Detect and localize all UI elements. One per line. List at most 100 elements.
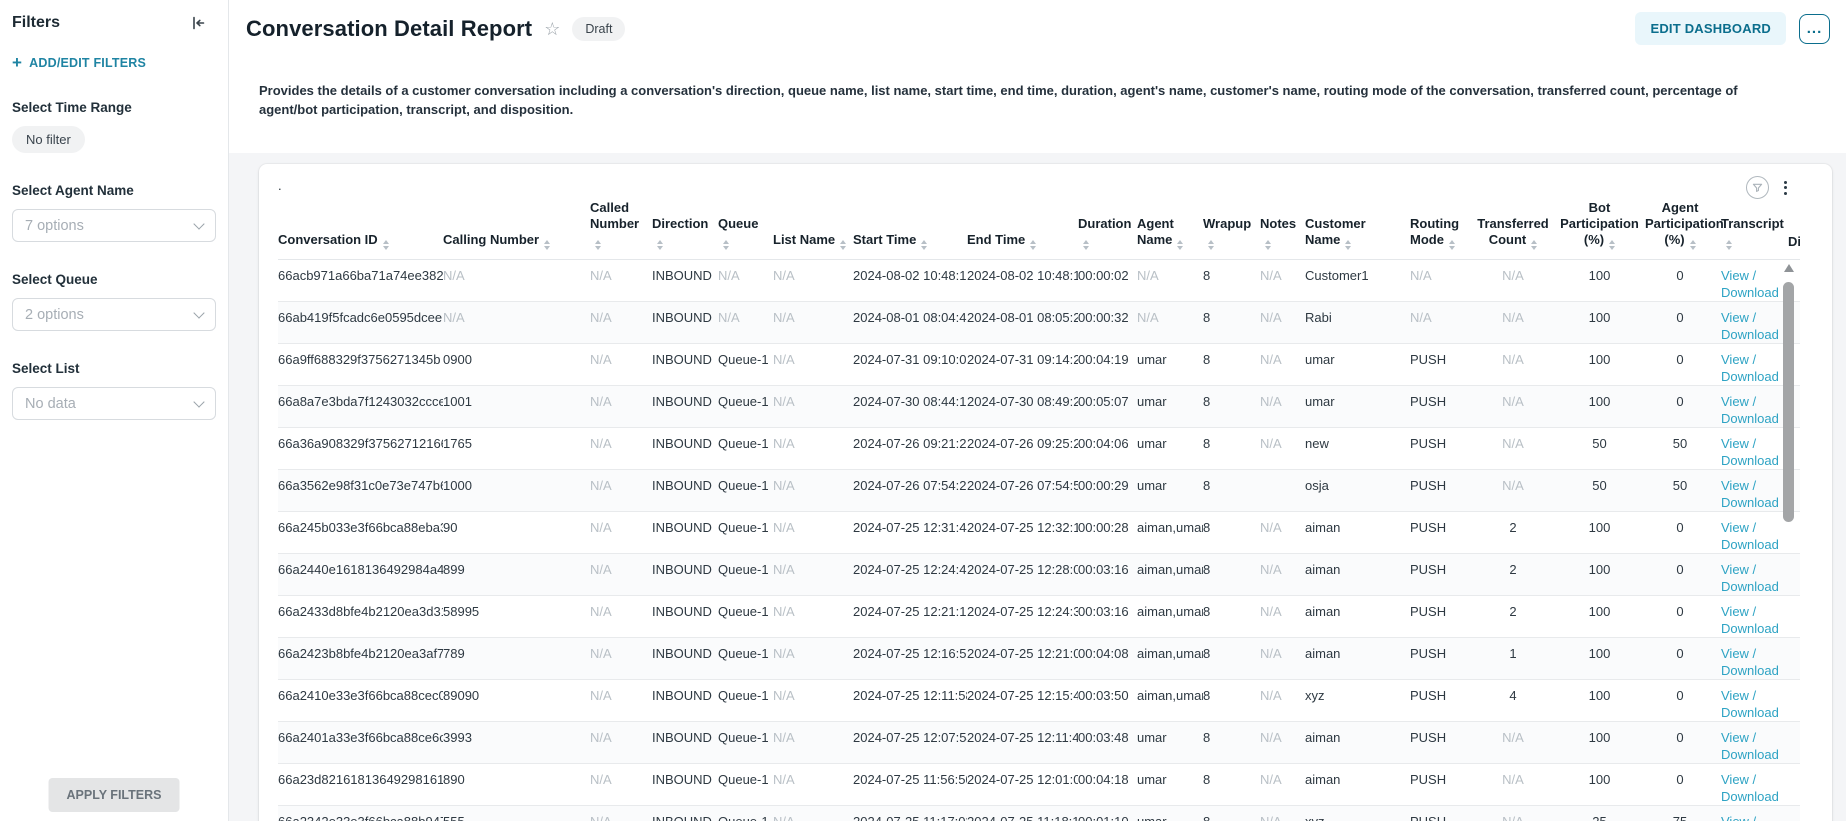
column-header-calling_number[interactable]: Calling Number <box>443 200 590 260</box>
sort-icon[interactable] <box>723 240 729 250</box>
column-header-list_name[interactable]: List Name <box>773 200 853 260</box>
view-transcript-link[interactable]: View / <box>1721 603 1782 620</box>
sort-icon[interactable] <box>1690 240 1696 250</box>
download-transcript-link[interactable]: Download <box>1721 746 1782 763</box>
view-transcript-link[interactable]: View / <box>1721 393 1782 410</box>
view-transcript-link[interactable]: View / <box>1721 813 1782 821</box>
queue-select[interactable]: 2 options <box>12 298 216 331</box>
column-header-duration[interactable]: Duration <box>1078 200 1137 260</box>
widget-kebab-icon[interactable] <box>1779 177 1792 199</box>
view-transcript-link[interactable]: View / <box>1721 435 1782 452</box>
star-icon[interactable]: ☆ <box>544 19 560 40</box>
edit-dashboard-button[interactable]: EDIT DASHBOARD <box>1635 12 1786 45</box>
collapse-sidebar-icon[interactable] <box>190 15 206 31</box>
column-header-agent_participation[interactable]: Agent Participation (%) <box>1645 200 1721 260</box>
cell-queue: Queue-1 <box>718 638 773 680</box>
download-transcript-link[interactable]: Download <box>1721 452 1782 469</box>
cell-called_number: N/A <box>590 722 652 764</box>
table-scrollbar[interactable] <box>1783 264 1795 821</box>
column-label: Agent Name <box>1137 216 1174 247</box>
cell-start_time: 2024-07-25 12:11:58 <box>853 680 967 722</box>
download-transcript-link[interactable]: Download <box>1721 326 1782 343</box>
column-header-notes[interactable]: Notes <box>1260 200 1305 260</box>
sort-icon[interactable] <box>595 240 601 250</box>
sort-icon[interactable] <box>1345 240 1351 250</box>
sort-icon[interactable] <box>1083 240 1089 250</box>
sort-icon[interactable] <box>1030 240 1036 250</box>
download-transcript-link[interactable]: Download <box>1721 662 1782 679</box>
cell-wrapup: 8 <box>1203 596 1260 638</box>
view-transcript-link[interactable]: View / <box>1721 309 1782 326</box>
scroll-up-icon[interactable] <box>1784 264 1794 272</box>
cell-duration: 00:03:16 <box>1078 554 1137 596</box>
view-transcript-link[interactable]: View / <box>1721 477 1782 494</box>
view-transcript-link[interactable]: View / <box>1721 645 1782 662</box>
column-header-disposition[interactable]: Di <box>1788 200 1800 260</box>
column-header-end_time[interactable]: End Time <box>967 200 1078 260</box>
column-header-routing_mode[interactable]: Routing Mode <box>1410 200 1472 260</box>
sort-icon[interactable] <box>1208 240 1214 250</box>
download-transcript-link[interactable]: Download <box>1721 788 1782 805</box>
download-transcript-link[interactable]: Download <box>1721 578 1782 595</box>
view-transcript-link[interactable]: View / <box>1721 687 1782 704</box>
cell-end_time: 2024-07-26 07:54:52 <box>967 470 1078 512</box>
download-transcript-link[interactable]: Download <box>1721 536 1782 553</box>
sort-icon[interactable] <box>544 240 550 250</box>
cell-transcript: View /Download <box>1721 806 1788 821</box>
cell-end_time: 2024-08-01 08:05:20 <box>967 302 1078 344</box>
agent-name-select[interactable]: 7 options <box>12 209 216 242</box>
sort-icon[interactable] <box>1726 240 1732 250</box>
column-header-direction[interactable]: Direction <box>652 200 718 260</box>
cell-called_number: N/A <box>590 470 652 512</box>
conversation-table-container: Conversation IDCalling NumberCalled Numb… <box>278 200 1800 821</box>
column-header-conversation_id[interactable]: Conversation ID <box>278 200 443 260</box>
widget-filter-icon[interactable] <box>1746 176 1769 199</box>
cell-agent_participation: 0 <box>1645 302 1721 344</box>
sort-icon[interactable] <box>1177 240 1183 250</box>
cell-start_time: 2024-07-25 12:16:59 <box>853 638 967 680</box>
column-header-customer_name[interactable]: Customer Name <box>1305 200 1410 260</box>
column-header-bot_participation[interactable]: Bot Participation (%) <box>1560 200 1645 260</box>
sort-icon[interactable] <box>1449 240 1455 250</box>
column-header-wrapup[interactable]: Wrapup <box>1203 200 1260 260</box>
view-transcript-link[interactable]: View / <box>1721 351 1782 368</box>
table-row: 66ab419f5fcadc6e0595dceeN/AN/AINBOUNDN/A… <box>278 302 1800 344</box>
sort-icon[interactable] <box>1609 240 1615 250</box>
column-header-agent_name[interactable]: Agent Name <box>1137 200 1203 260</box>
cell-notes: N/A <box>1260 638 1305 680</box>
download-transcript-link[interactable]: Download <box>1721 368 1782 385</box>
view-transcript-link[interactable]: View / <box>1721 771 1782 788</box>
column-header-queue[interactable]: Queue <box>718 200 773 260</box>
column-header-transferred_count[interactable]: Transferred Count <box>1472 200 1560 260</box>
sort-icon[interactable] <box>1265 240 1271 250</box>
cell-calling_number: 555 <box>443 806 590 821</box>
sort-icon[interactable] <box>921 240 927 250</box>
download-transcript-link[interactable]: Download <box>1721 494 1782 511</box>
cell-notes: N/A <box>1260 764 1305 806</box>
column-header-transcript[interactable]: Transcript <box>1721 200 1788 260</box>
dashboard-canvas: . Conversation IDCalling NumberCalled Nu… <box>229 153 1846 821</box>
column-header-called_number[interactable]: Called Number <box>590 200 652 260</box>
cell-list_name: N/A <box>773 638 853 680</box>
scrollbar-thumb[interactable] <box>1783 282 1794 522</box>
view-transcript-link[interactable]: View / <box>1721 519 1782 536</box>
sort-icon[interactable] <box>1531 240 1537 250</box>
more-options-button[interactable]: ... <box>1799 14 1830 44</box>
sort-icon[interactable] <box>840 240 846 250</box>
view-transcript-link[interactable]: View / <box>1721 729 1782 746</box>
download-transcript-link[interactable]: Download <box>1721 620 1782 637</box>
view-transcript-link[interactable]: View / <box>1721 267 1782 284</box>
list-select[interactable]: No data <box>12 387 216 420</box>
add-edit-filters-button[interactable]: + ADD/EDIT FILTERS <box>12 56 146 70</box>
column-header-start_time[interactable]: Start Time <box>853 200 967 260</box>
cell-end_time: 2024-07-25 12:21:08 <box>967 638 1078 680</box>
download-transcript-link[interactable]: Download <box>1721 284 1782 301</box>
apply-filters-button[interactable]: APPLY FILTERS <box>49 778 180 812</box>
sort-icon[interactable] <box>657 240 663 250</box>
sort-icon[interactable] <box>383 240 389 250</box>
download-transcript-link[interactable]: Download <box>1721 410 1782 427</box>
cell-conversation_id: 66a8a7e3bda7f1243032ccce <box>278 386 443 428</box>
view-transcript-link[interactable]: View / <box>1721 561 1782 578</box>
download-transcript-link[interactable]: Download <box>1721 704 1782 721</box>
cell-transferred_count: 2 <box>1472 512 1560 554</box>
